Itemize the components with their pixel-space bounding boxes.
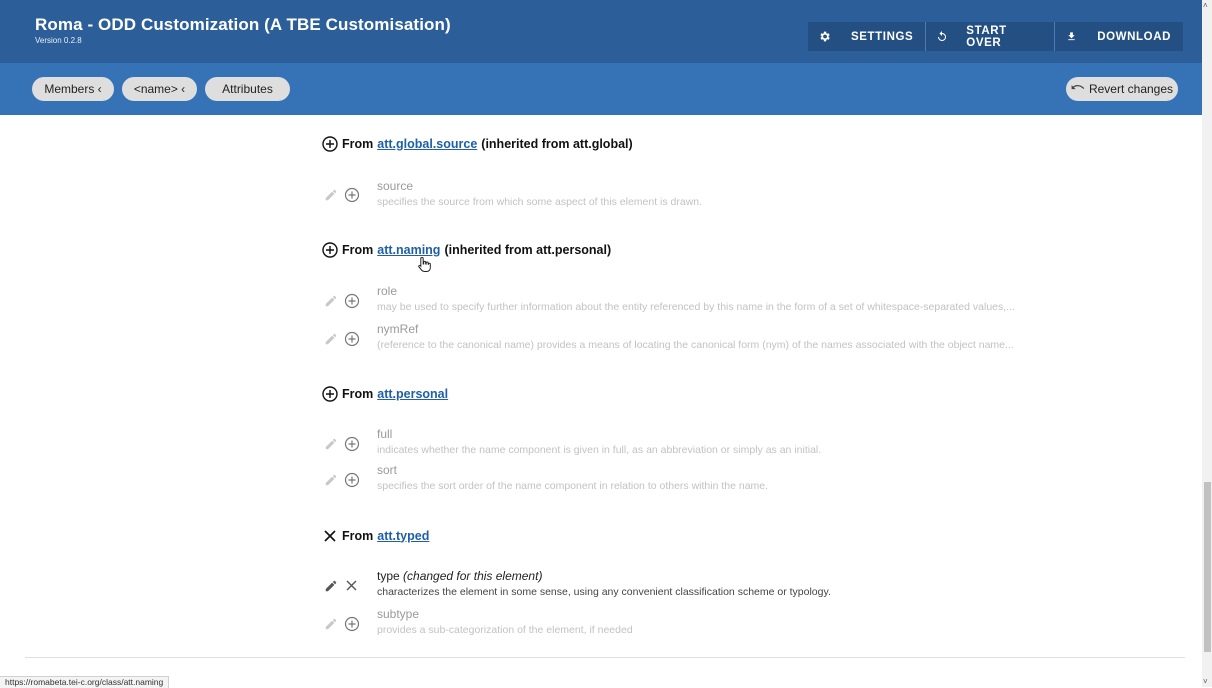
revert-changes-label: Revert changes (1088, 82, 1174, 96)
section-prefix: From (342, 242, 374, 257)
revert-changes-button[interactable]: Revert changes (1066, 77, 1178, 101)
attribute-description: characterizes the element in some sense,… (377, 586, 831, 598)
section-prefix: From (342, 528, 374, 543)
app-bar: Roma - ODD Customization (A TBE Customis… (0, 0, 1202, 63)
pencil-icon[interactable] (324, 473, 338, 487)
hand-cursor-icon (417, 256, 431, 277)
section-header: From att.typed (321, 527, 433, 544)
scrollbar-thumb[interactable] (1204, 482, 1211, 652)
attribute-description: (reference to the canonical name) provid… (377, 339, 1014, 351)
attribute-description: specifies the sort order of the name com… (377, 480, 769, 492)
attribute-row (324, 435, 364, 453)
attribute-name: full (377, 427, 393, 441)
attribute-name: role (377, 284, 398, 298)
attribute-name: subtype (377, 607, 420, 621)
attribute-actions (324, 292, 364, 310)
undo-icon (1071, 82, 1085, 96)
circle-plus-icon[interactable] (321, 135, 338, 152)
restart-icon (936, 30, 948, 43)
app-version: Version 0.2.8 (35, 36, 82, 45)
attribute-text: sort specifies the sort order of the nam… (377, 463, 768, 492)
attribute-actions (324, 330, 364, 348)
attribute-row (324, 292, 364, 310)
section-header: From att.personal (321, 385, 452, 402)
download-button[interactable]: DOWNLOAD (1055, 22, 1183, 51)
toolbar-button-group: SETTINGS START OVER DOWNLOAD (808, 22, 1183, 51)
settings-label: SETTINGS (851, 30, 914, 43)
attribute-row (324, 577, 364, 595)
attribute-text: type (changed for this element) characte… (377, 569, 831, 598)
section-header: From att.naming (inherited from att.pers… (321, 241, 611, 258)
section-header: From att.global.source (inherited from a… (321, 135, 633, 152)
attribute-row (324, 471, 364, 489)
attribute-actions (324, 615, 364, 633)
breadcrumb-name[interactable]: <name> ‹ (122, 77, 197, 101)
pencil-icon[interactable] (324, 294, 338, 308)
breadcrumb-members[interactable]: Members ‹ (32, 77, 114, 101)
pencil-icon[interactable] (324, 188, 338, 202)
pencil-icon[interactable] (324, 617, 338, 631)
circle-plus-icon[interactable] (321, 385, 338, 402)
close-icon[interactable] (321, 527, 338, 544)
section-suffix: (inherited from att.personal) (444, 242, 612, 257)
attribute-text: source specifies the source from which s… (377, 179, 702, 208)
circle-plus-icon[interactable] (344, 293, 360, 309)
attribute-actions (324, 186, 364, 204)
attribute-description: provides a sub-categorization of the ele… (377, 624, 633, 636)
settings-button[interactable]: SETTINGS (808, 22, 925, 51)
section-prefix: From (342, 386, 374, 401)
footer-divider (25, 657, 1185, 658)
pencil-icon[interactable] (324, 332, 338, 346)
start-over-button[interactable]: START OVER (926, 22, 1054, 51)
attribute-name: source (377, 179, 414, 193)
attribute-name: nymRef (377, 322, 419, 336)
pencil-icon[interactable] (324, 579, 338, 593)
attribute-row (324, 330, 364, 348)
circle-plus-icon[interactable] (344, 616, 360, 632)
app-title: Roma - ODD Customization (A TBE Customis… (35, 15, 451, 34)
attribute-actions (324, 471, 364, 489)
attribute-text: subtype provides a sub-categorization of… (377, 607, 633, 636)
section-prefix: From (342, 136, 374, 151)
gear-icon (818, 30, 831, 43)
attribute-name: sort (377, 463, 398, 477)
download-label: DOWNLOAD (1097, 30, 1172, 43)
close-icon[interactable] (345, 579, 358, 592)
scroll-up-icon[interactable]: ˄ (1203, 2, 1208, 10)
attribute-description: may be used to specify further informati… (377, 301, 1015, 313)
class-link[interactable]: att.global.source (377, 137, 477, 151)
attribute-text: full indicates whether the name componen… (377, 427, 821, 456)
section-suffix: (inherited from att.global) (481, 136, 633, 151)
attribute-description: indicates whether the name component is … (377, 444, 822, 456)
attribute-text: role may be used to specify further info… (377, 284, 1015, 313)
class-link[interactable]: att.typed (377, 529, 429, 543)
breadcrumb-attributes[interactable]: Attributes (205, 77, 290, 101)
circle-plus-icon[interactable] (344, 331, 360, 347)
changed-note: (changed for this element) (403, 569, 543, 583)
attribute-actions (324, 435, 364, 453)
attribute-text: nymRef (reference to the canonical name)… (377, 322, 1014, 351)
attribute-name: type (changed for this element) (377, 569, 831, 583)
download-icon (1066, 30, 1077, 43)
attribute-row (324, 615, 364, 633)
attribute-row (324, 186, 364, 204)
attribute-name-text: type (377, 569, 400, 583)
circle-plus-icon[interactable] (321, 241, 338, 258)
circle-plus-icon[interactable] (344, 187, 360, 203)
circle-plus-icon[interactable] (344, 436, 360, 452)
scroll-down-icon[interactable]: ˅ (1203, 678, 1208, 686)
attribute-actions (324, 577, 364, 595)
status-url: https://romabeta.tei-c.org/class/att.nam… (0, 676, 170, 688)
attribute-description: specifies the source from which some asp… (377, 196, 703, 208)
circle-plus-icon[interactable] (344, 472, 360, 488)
pencil-icon[interactable] (324, 437, 338, 451)
class-link[interactable]: att.personal (377, 387, 448, 401)
class-link[interactable]: att.naming (377, 243, 440, 257)
start-over-label: START OVER (966, 24, 1007, 49)
